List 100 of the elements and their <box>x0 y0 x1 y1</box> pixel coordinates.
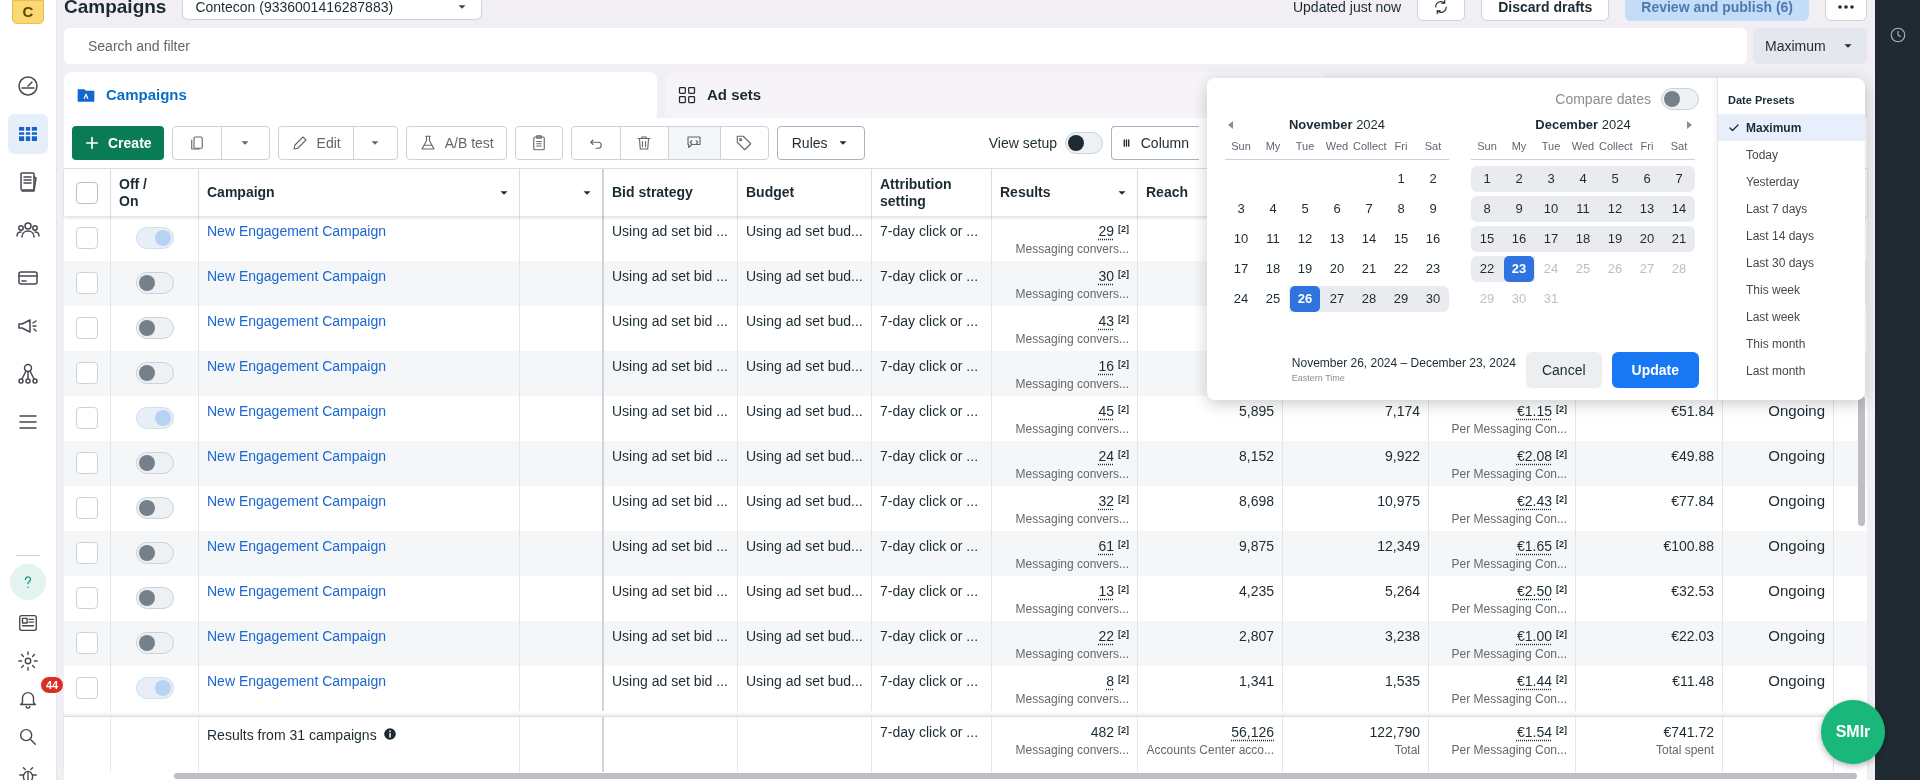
update-button[interactable]: Update <box>1611 352 1699 388</box>
calendar-day[interactable]: 14 <box>1354 225 1384 252</box>
preset-option[interactable]: This week <box>1718 276 1865 303</box>
calendar-day[interactable]: 1 <box>1386 165 1416 192</box>
calendar-day[interactable]: 22 <box>1386 255 1416 282</box>
calendar-day[interactable]: 15 <box>1472 225 1502 252</box>
calendar-day[interactable]: 30 <box>1418 285 1448 312</box>
calendar-day[interactable]: 2 <box>1418 165 1448 192</box>
calendar-day[interactable]: 22 <box>1472 255 1502 282</box>
calendar-day[interactable]: 1 <box>1472 165 1502 192</box>
compare-dates-toggle[interactable] <box>1661 88 1699 110</box>
campaign-toggle[interactable] <box>135 497 174 519</box>
column-header[interactable]: Reach <box>1146 184 1189 201</box>
preset-option[interactable]: Yesterday <box>1718 168 1865 195</box>
campaign-toggle[interactable] <box>135 272 174 294</box>
horizontal-scrollbar[interactable] <box>174 773 1857 779</box>
row-checkbox[interactable] <box>76 272 98 294</box>
column-header[interactable]: Bid strategy <box>612 184 693 201</box>
date-range-button[interactable]: Maximum <box>1753 28 1867 64</box>
calendar-day[interactable]: 16 <box>1418 225 1448 252</box>
campaign-link[interactable]: New Engagement Campaign <box>207 583 386 599</box>
edit-button[interactable]: Edit <box>278 127 353 159</box>
calendar-day[interactable]: 23 <box>1418 255 1448 282</box>
sidebar-nav-button[interactable] <box>8 114 48 154</box>
campaign-link[interactable]: New Engagement Campaign <box>207 673 386 689</box>
calendar-day[interactable]: 15 <box>1386 225 1416 252</box>
calendar-day[interactable]: 28 <box>1354 285 1384 312</box>
preset-option[interactable]: Last 7 days <box>1718 195 1865 222</box>
select-all-checkbox[interactable] <box>76 181 98 204</box>
campaign-link[interactable]: New Engagement Campaign <box>207 313 386 329</box>
campaign-link[interactable]: New Engagement Campaign <box>207 403 386 419</box>
calendar-day[interactable]: 17 <box>1536 225 1566 252</box>
export-button[interactable] <box>667 127 720 159</box>
column-header[interactable]: Results <box>1000 184 1051 201</box>
column-header[interactable]: Budget <box>746 184 795 201</box>
calendar-day[interactable]: 7 <box>1354 195 1384 222</box>
calendar-day[interactable]: 26 <box>1290 285 1320 312</box>
calendar-day[interactable]: 25 <box>1258 285 1288 312</box>
calendar-day[interactable]: 21 <box>1354 255 1384 282</box>
more-button[interactable] <box>1825 0 1867 21</box>
campaign-toggle[interactable] <box>135 452 174 474</box>
row-checkbox[interactable] <box>76 632 98 654</box>
campaign-link[interactable]: New Engagement Campaign <box>207 448 386 464</box>
preset-option[interactable]: Maximum <box>1718 114 1865 141</box>
calendar-day[interactable]: 20 <box>1322 255 1352 282</box>
row-checkbox[interactable] <box>76 677 98 699</box>
calendar-day[interactable]: 3 <box>1536 165 1566 192</box>
row-checkbox[interactable] <box>76 587 98 609</box>
clipboard-button[interactable] <box>514 126 563 160</box>
preset-option[interactable]: This month <box>1718 330 1865 357</box>
calendar-day[interactable]: 3 <box>1226 195 1256 222</box>
preset-option[interactable]: Last month <box>1718 357 1865 384</box>
preset-option[interactable]: Today <box>1718 141 1865 168</box>
calendar-day[interactable]: 8 <box>1472 195 1502 222</box>
preset-option[interactable]: Last week <box>1718 303 1865 330</box>
calendar-day[interactable]: 12 <box>1290 225 1320 252</box>
campaign-toggle[interactable] <box>135 317 174 339</box>
calendar-day[interactable]: 18 <box>1258 255 1288 282</box>
row-checkbox[interactable] <box>76 362 98 384</box>
campaign-link[interactable]: New Engagement Campaign <box>207 223 386 239</box>
ab-test-button[interactable]: A/B test <box>405 126 507 160</box>
campaign-toggle[interactable] <box>135 227 174 249</box>
rules-button[interactable]: Rules <box>776 126 865 160</box>
calendar-day[interactable]: 19 <box>1290 255 1320 282</box>
discard-drafts-button[interactable]: Discard drafts <box>1481 0 1610 21</box>
calendar-day[interactable]: 13 <box>1632 195 1662 222</box>
preset-option[interactable]: Last 14 days <box>1718 222 1865 249</box>
calendar-day[interactable]: 9 <box>1504 195 1534 222</box>
campaign-link[interactable]: New Engagement Campaign <box>207 538 386 554</box>
campaign-toggle[interactable] <box>135 632 174 654</box>
row-checkbox[interactable] <box>76 497 98 519</box>
calendar-day[interactable]: 7 <box>1664 165 1694 192</box>
calendar-day[interactable]: 24 <box>1226 285 1256 312</box>
row-checkbox[interactable] <box>76 407 98 429</box>
calendar-day[interactable]: 4 <box>1258 195 1288 222</box>
calendar-day[interactable]: 27 <box>1322 285 1352 312</box>
calendar-day[interactable]: 9 <box>1418 195 1448 222</box>
account-dropdown[interactable]: Contecon (9336001416287883) <box>182 0 483 20</box>
create-button[interactable]: Create <box>72 126 164 160</box>
calendar-day[interactable]: 10 <box>1536 195 1566 222</box>
history-button[interactable] <box>1888 26 1907 44</box>
calendar-day[interactable]: 6 <box>1322 195 1352 222</box>
campaign-link[interactable]: New Engagement Campaign <box>207 628 386 644</box>
calendar-day[interactable]: 13 <box>1322 225 1352 252</box>
calendar-day[interactable]: 5 <box>1600 165 1630 192</box>
calendar-day[interactable]: 12 <box>1600 195 1630 222</box>
calendar-day[interactable]: 5 <box>1290 195 1320 222</box>
campaign-toggle[interactable] <box>135 362 174 384</box>
calendar-day[interactable]: 11 <box>1258 225 1288 252</box>
calendar-day[interactable]: 6 <box>1632 165 1662 192</box>
campaign-link[interactable]: New Engagement Campaign <box>207 268 386 284</box>
row-checkbox[interactable] <box>76 542 98 564</box>
calendar-day[interactable]: 19 <box>1600 225 1630 252</box>
vertical-scrollbar[interactable] <box>1858 396 1865 526</box>
refresh-button[interactable] <box>1417 0 1466 21</box>
campaign-link[interactable]: New Engagement Campaign <box>207 493 386 509</box>
tab[interactable]: Campaigns <box>64 72 657 118</box>
preset-option[interactable]: Last 30 days <box>1718 249 1865 276</box>
column-header[interactable]: Off / On <box>119 175 147 210</box>
campaign-link[interactable]: New Engagement Campaign <box>207 358 386 374</box>
